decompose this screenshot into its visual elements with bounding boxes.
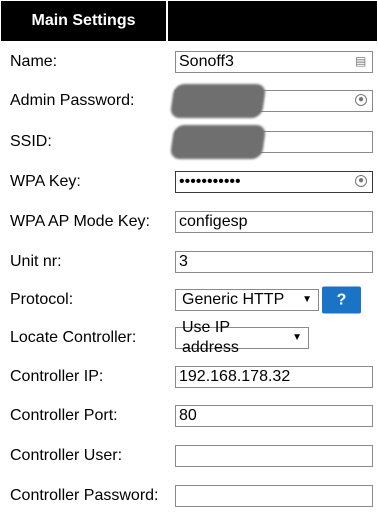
wpa-ap-mode-key-value: configesp: [179, 213, 248, 230]
row-ssid: SSID:: [0, 124, 378, 160]
row-locate-controller: Locate Controller: Use IP address ▼: [0, 319, 378, 356]
ssid-label: SSID:: [10, 133, 52, 150]
password-reveal-icon[interactable]: ●: [355, 175, 367, 187]
unit-nr-input[interactable]: 3: [175, 251, 373, 273]
controller-user-input[interactable]: [175, 445, 373, 467]
header-right-cell: [168, 1, 377, 41]
row-protocol: Protocol: Generic HTTP ▼ ?: [0, 282, 378, 318]
row-controller-port: Controller Port: 80: [0, 398, 378, 434]
password-reveal-icon[interactable]: ●: [355, 94, 367, 106]
protocol-help-button[interactable]: ?: [322, 286, 361, 314]
admin-password-label: Admin Password:: [10, 92, 135, 109]
row-admin-password: Admin Password: ●: [0, 83, 378, 119]
protocol-select[interactable]: Generic HTTP ▼: [175, 289, 319, 311]
controller-ip-value: 192.168.178.32: [179, 368, 291, 385]
redaction-scribble: [169, 125, 267, 159]
chevron-down-icon: ▼: [302, 294, 312, 305]
wpa-key-input[interactable]: ••••••••••• ●: [175, 171, 373, 193]
protocol-select-value: Generic HTTP: [182, 291, 285, 308]
name-value: Sonoff3: [179, 53, 234, 70]
row-controller-ip: Controller IP: 192.168.178.32: [0, 359, 378, 395]
controller-user-label: Controller User:: [10, 447, 123, 464]
chevron-down-icon: ▼: [292, 332, 302, 343]
locate-controller-select-value: Use IP address: [182, 319, 239, 356]
wpa-ap-mode-key-label: WPA AP Mode Key:: [10, 213, 150, 230]
name-label: Name:: [10, 53, 58, 70]
locate-controller-label: Locate Controller:: [10, 329, 137, 346]
unit-nr-label: Unit nr:: [10, 253, 62, 270]
contacts-autofill-icon[interactable]: ▤: [355, 55, 367, 67]
main-settings-title: Main Settings: [1, 1, 166, 41]
protocol-label: Protocol:: [10, 291, 74, 308]
row-name: Name: Sonoff3 ▤: [0, 44, 378, 80]
header: Main Settings: [0, 0, 378, 42]
wpa-key-value: •••••••••••: [179, 173, 241, 190]
controller-password-label: Controller Password:: [10, 487, 159, 504]
row-wpa-ap-mode-key: WPA AP Mode Key: configesp: [0, 204, 378, 240]
row-controller-user: Controller User:: [0, 438, 378, 474]
controller-port-label: Controller Port:: [10, 407, 118, 424]
controller-port-value: 80: [179, 407, 197, 424]
row-wpa-key: WPA Key: ••••••••••• ●: [0, 164, 378, 200]
locate-controller-select[interactable]: Use IP address ▼: [175, 319, 309, 356]
controller-ip-input[interactable]: 192.168.178.32: [175, 366, 373, 388]
controller-password-input[interactable]: [175, 485, 373, 507]
controller-ip-label: Controller IP:: [10, 368, 104, 385]
unit-nr-value: 3: [179, 253, 188, 270]
wpa-ap-mode-key-input[interactable]: configesp: [175, 211, 373, 233]
controller-port-input[interactable]: 80: [175, 405, 373, 427]
redaction-scribble: [169, 84, 267, 118]
row-unit-nr: Unit nr: 3: [0, 244, 378, 280]
name-input[interactable]: Sonoff3 ▤: [175, 51, 373, 73]
row-controller-password: Controller Password:: [0, 478, 378, 514]
wpa-key-label: WPA Key:: [10, 173, 81, 190]
